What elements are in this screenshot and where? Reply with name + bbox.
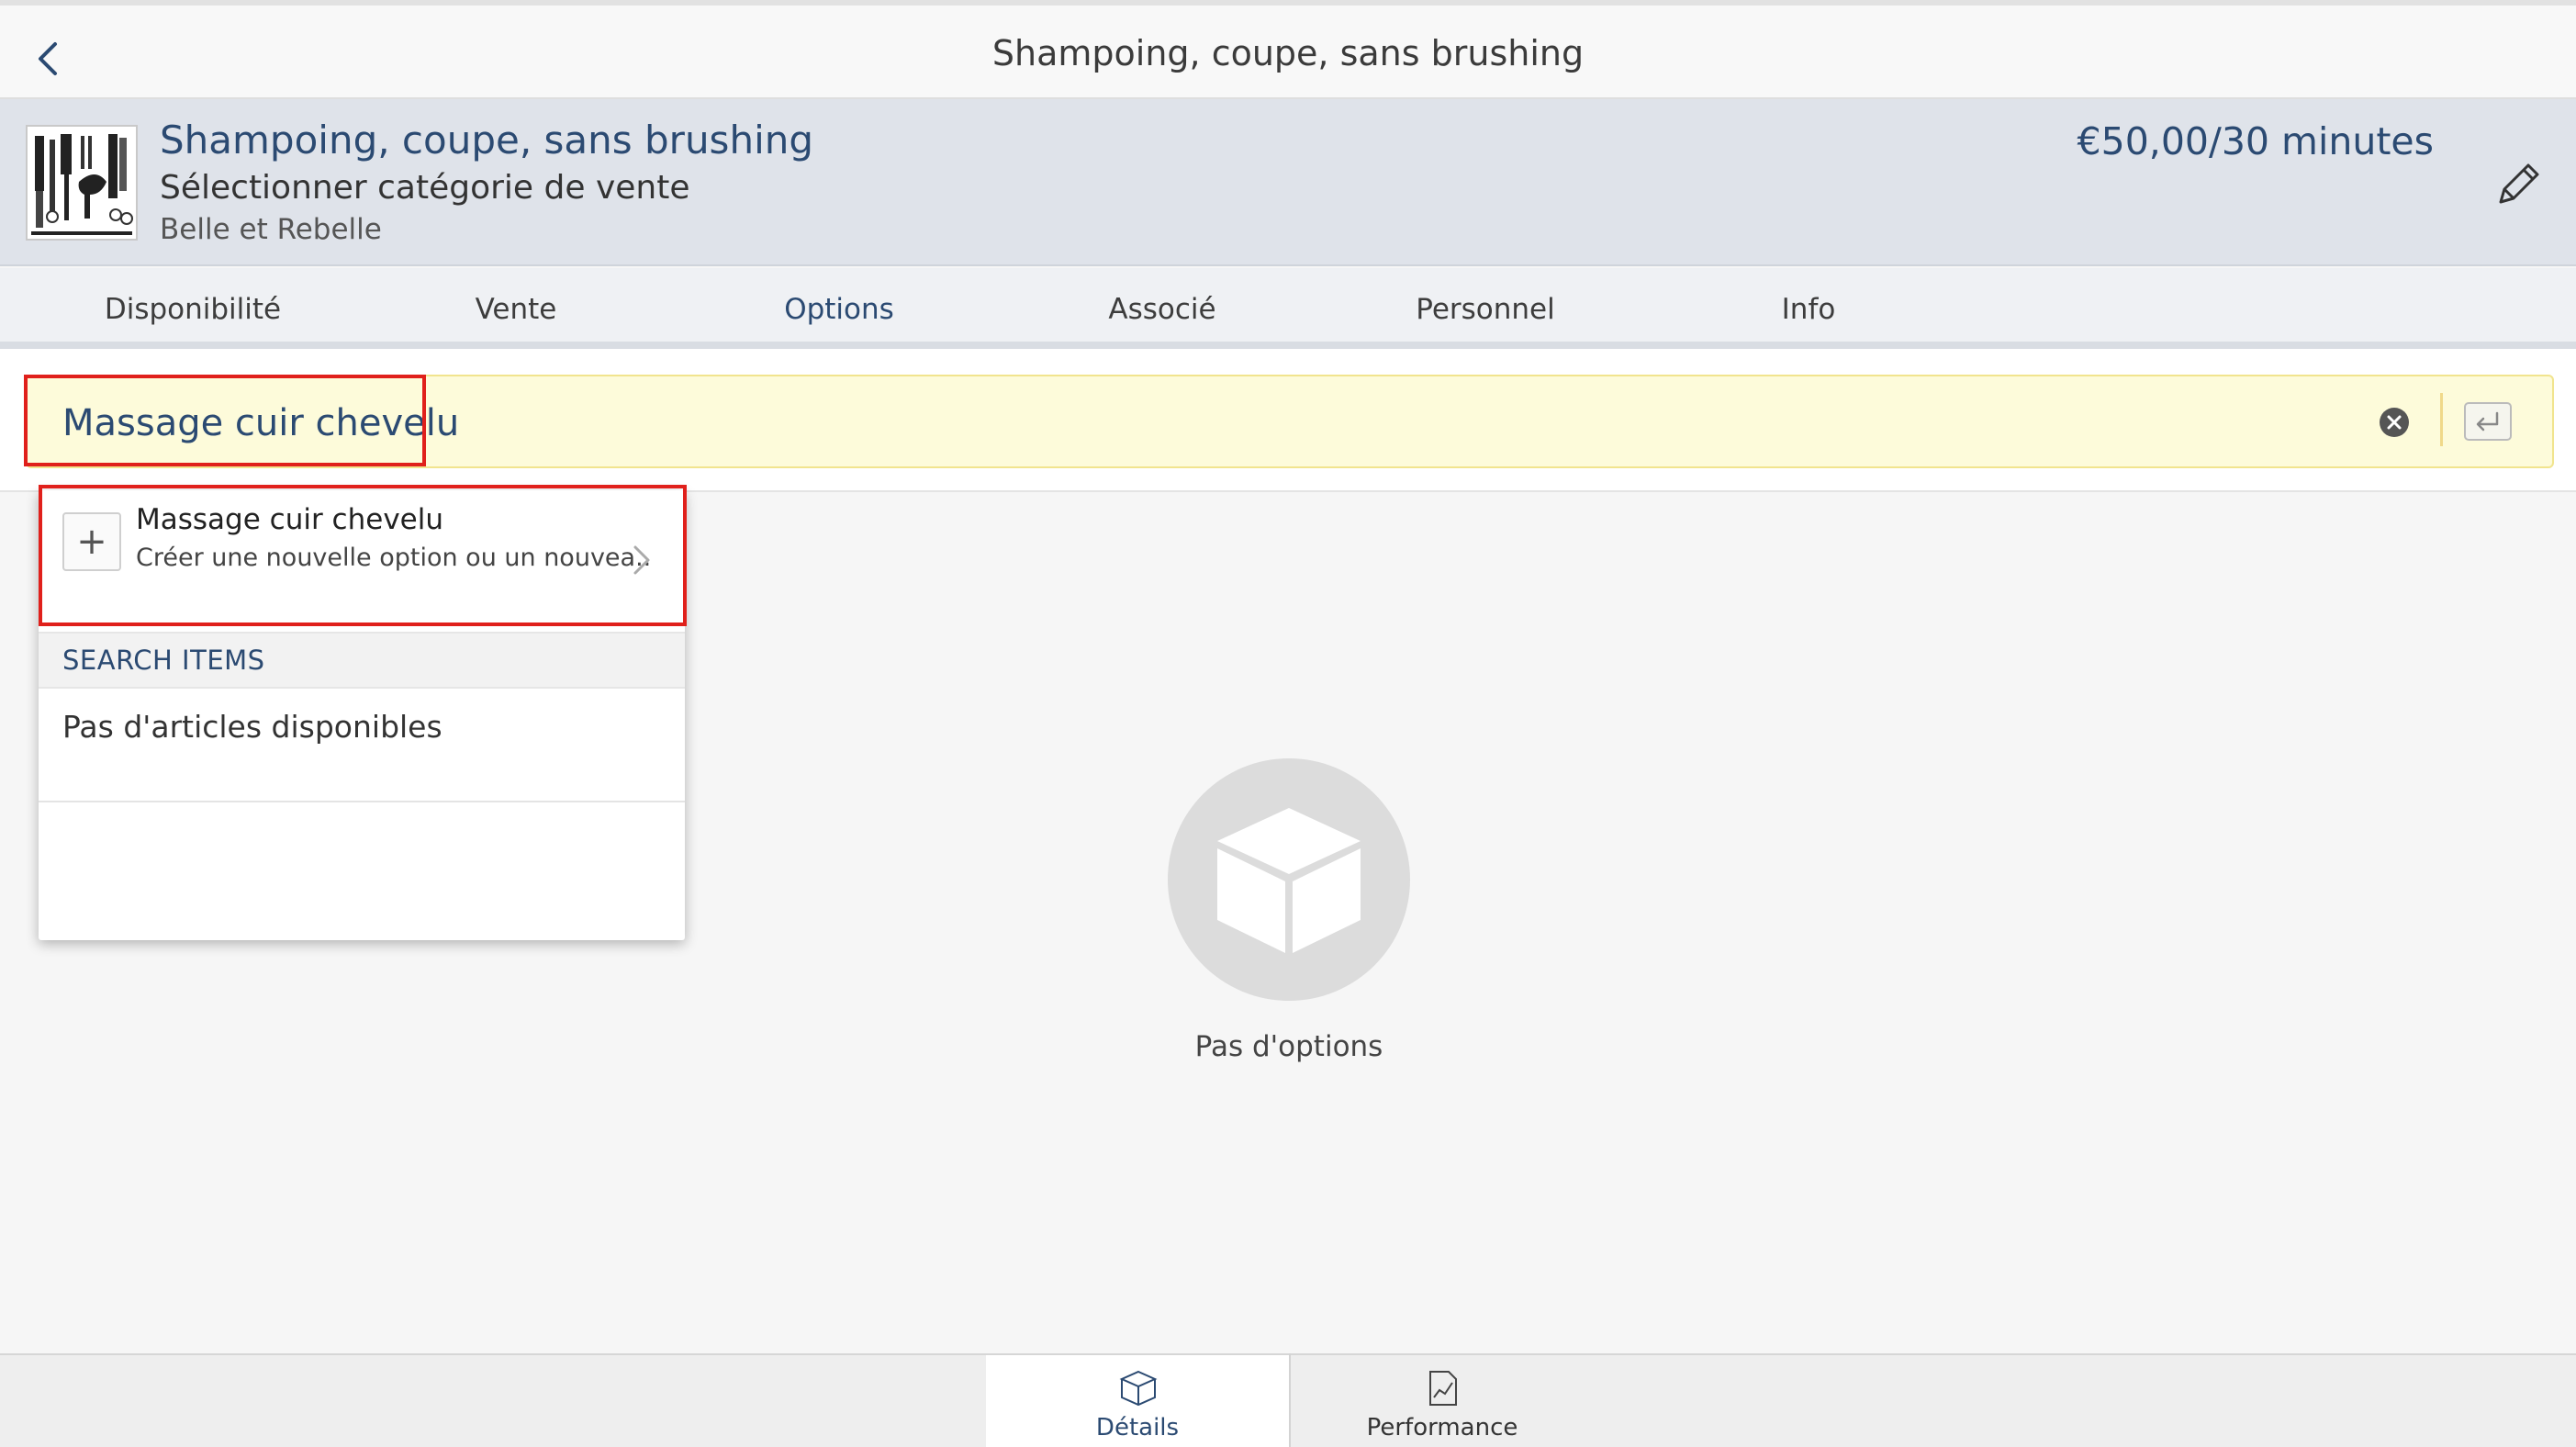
page: Shampoing, coupe, sans brushing Shampoin…	[0, 0, 2576, 1447]
chart-document-icon	[1429, 1371, 1457, 1406]
bottom-tab-bar: Détails Performance	[0, 1353, 2576, 1447]
edit-button[interactable]	[2492, 158, 2545, 211]
text-caret	[424, 398, 426, 446]
no-items-message: Pas d'articles disponibles	[62, 709, 442, 745]
return-icon	[2476, 411, 2499, 432]
tab-personnel[interactable]: Personnel	[1324, 268, 1647, 349]
bottom-tab-performance[interactable]: Performance	[1291, 1355, 1594, 1447]
tab-info[interactable]: Info	[1647, 268, 1970, 349]
service-price: €50,00/30 minutes	[2077, 119, 2434, 163]
service-header: Shampoing, coupe, sans brushing Sélectio…	[0, 99, 2576, 266]
empty-state: Pas d'options	[1168, 758, 1410, 1063]
plus-icon: +	[62, 512, 121, 571]
search-dropdown: + Massage cuir chevelu Créer une nouvell…	[39, 490, 685, 940]
chevron-right-icon	[633, 545, 650, 575]
hair-tools-icon	[28, 127, 136, 239]
search-area	[0, 349, 2576, 492]
bottom-tab-label: Performance	[1366, 1414, 1518, 1441]
tab-associe[interactable]: Associé	[1001, 268, 1324, 349]
divider	[39, 801, 685, 802]
bottom-tab-divider	[1289, 1353, 1291, 1447]
page-title: Shampoing, coupe, sans brushing	[991, 33, 1585, 73]
bottom-tab-label: Détails	[1095, 1414, 1180, 1441]
tab-bar: Disponibilité Vente Options Associé Pers…	[0, 268, 2576, 356]
tab-options[interactable]: Options	[678, 268, 1001, 356]
pencil-icon	[2499, 163, 2539, 204]
empty-circle	[1168, 758, 1410, 1001]
bottom-tab-details[interactable]: Détails	[986, 1355, 1289, 1447]
box-icon	[1217, 808, 1361, 953]
empty-state-label: Pas d'options	[1194, 1030, 1383, 1063]
business-name: Belle et Rebelle	[160, 213, 382, 246]
service-name: Shampoing, coupe, sans brushing	[160, 118, 814, 163]
search-box	[26, 375, 2554, 468]
tab-disponibilite[interactable]: Disponibilité	[31, 268, 354, 349]
clear-icon	[2387, 415, 2402, 430]
create-option-title: Massage cuir chevelu	[136, 503, 443, 536]
search-divider	[2440, 393, 2443, 446]
tab-vente[interactable]: Vente	[354, 268, 678, 349]
clear-search-button[interactable]	[2380, 408, 2409, 437]
search-items-header: SEARCH ITEMS	[39, 632, 685, 689]
box-icon	[1119, 1370, 1158, 1407]
search-input[interactable]	[62, 393, 1164, 454]
return-button[interactable]	[2464, 402, 2512, 441]
section-header-label: SEARCH ITEMS	[62, 645, 265, 676]
create-option-subtitle: Créer une nouvelle option ou un nouvea..…	[136, 544, 650, 572]
nav-bar: Shampoing, coupe, sans brushing	[0, 0, 2576, 99]
service-thumbnail	[26, 125, 138, 241]
sale-category-link[interactable]: Sélectionner catégorie de vente	[160, 169, 689, 207]
create-option-item[interactable]: + Massage cuir chevelu Créer une nouvell…	[39, 490, 685, 628]
